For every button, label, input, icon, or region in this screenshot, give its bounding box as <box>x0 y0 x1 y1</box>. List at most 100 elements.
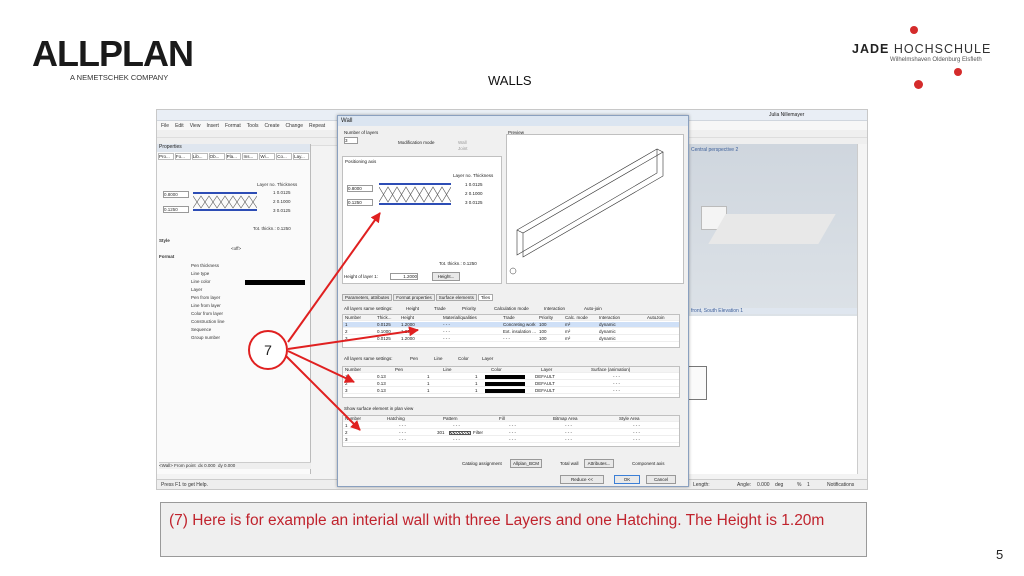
table-row[interactable]: 3 0.13 1 1 DEFAULT - - - <box>343 388 679 394</box>
show-surface-label[interactable]: Show surface element in plan view <box>344 406 413 411</box>
chk-color[interactable]: Color <box>458 356 469 361</box>
chk-height[interactable]: Height <box>406 306 419 311</box>
props-layer-header: Layer no. Thickness <box>257 182 298 187</box>
num-layers-field[interactable]: 3 <box>344 137 358 144</box>
table1-header: Number Thick... Height Material/qualitie… <box>343 315 679 321</box>
dlg-height-field[interactable]: 0.8000 <box>347 185 373 192</box>
menu-tools[interactable]: Tools <box>247 123 259 129</box>
height-layer-field[interactable]: 1.2000 <box>390 273 418 280</box>
cancel-button[interactable]: Cancel <box>646 475 676 484</box>
callout-7: 7 <box>248 330 288 370</box>
line-color-swatch[interactable] <box>245 280 305 285</box>
dlg-layer-graphic <box>379 183 451 205</box>
menu-change[interactable]: Change <box>286 123 304 129</box>
opt-wall[interactable]: Wall <box>458 140 467 145</box>
menu-repeat[interactable]: Repeat <box>309 123 325 129</box>
chk-interaction[interactable]: Interaction <box>544 306 565 311</box>
viewport-label: Central perspective 2 <box>691 147 739 153</box>
props-tab-4[interactable]: Ob... <box>208 153 225 160</box>
props-width-field[interactable]: 0.1250 <box>163 206 189 213</box>
menu-file[interactable]: File <box>161 123 169 129</box>
props-tab-9[interactable]: Lay... <box>293 153 310 160</box>
chk-calc-mode[interactable]: Calculation mode <box>494 306 529 311</box>
status-notifications[interactable]: Notifications <box>827 482 854 488</box>
tab-tiles[interactable]: Tiles <box>477 294 494 301</box>
table-row[interactable]: 2 - - - 301 Filter - - - - - - - - - <box>343 430 679 436</box>
props-layer-3: 3 0.0125 <box>273 208 291 213</box>
elevation-view <box>687 316 857 474</box>
tab-format[interactable]: Format properties <box>393 294 435 301</box>
logo-dot-2 <box>954 68 962 76</box>
component-axis-label: Component axis <box>632 461 665 466</box>
chk-autojoin[interactable]: Auto-join <box>584 306 602 311</box>
format-row-sequence: Sequence <box>191 327 212 332</box>
slide-title: WALLS <box>488 73 532 88</box>
format-row-pen: Pen thickness <box>191 263 220 268</box>
props-tab-1[interactable]: Pro... <box>158 153 174 160</box>
opt-joint[interactable]: Joint <box>458 146 468 151</box>
menu-create[interactable]: Create <box>264 123 279 129</box>
tab-parameters[interactable]: Parameters, attributes <box>342 294 393 301</box>
chk-pen[interactable]: Pen <box>410 356 418 361</box>
props-style-value[interactable]: <off> <box>231 246 271 253</box>
properties-tabs: Pro... Fo... Lib... Ob... Pla... Ins... … <box>157 152 310 161</box>
wall-preview-graphic <box>509 148 664 275</box>
jade-location: Wilhelmshaven Oldenburg Elsfleth <box>890 57 982 63</box>
table-row[interactable]: 2 0.1000 1.2000 - - - Ext. insulation ..… <box>343 329 679 335</box>
props-tab-7[interactable]: Wi... <box>259 153 276 160</box>
layers-table: Number Thick... Height Material/qualitie… <box>342 314 680 348</box>
catalog-button[interactable]: Allplan_BCM <box>510 459 542 468</box>
props-layer-1: 1 0.0125 <box>273 190 291 195</box>
table-row[interactable]: 2 0.13 1 1 DEFAULT - - - <box>343 381 679 387</box>
props-layer-graphic <box>193 192 257 211</box>
dlg-total-thick: Tot. thickn.: 0.1250 <box>439 261 477 266</box>
height-layer-label: Height of layer 1: <box>344 274 379 279</box>
allplan-logo: ALLPLAN A NEMETSCHEK COMPANY <box>32 33 194 83</box>
chk-priority[interactable]: Priority <box>462 306 476 311</box>
props-tab-5[interactable]: Pla... <box>225 153 242 160</box>
props-format-header[interactable]: Format <box>159 254 313 261</box>
preview-pane[interactable] <box>506 134 684 284</box>
menu-format[interactable]: Format <box>225 123 241 129</box>
menu-edit[interactable]: Edit <box>175 123 184 129</box>
props-style-header[interactable]: Style <box>159 238 313 245</box>
jade-logo: JADE HOCHSCHULE Wilhelmshaven Oldenburg … <box>852 24 1002 94</box>
same-settings-label-2: All layers same settings: <box>344 356 393 361</box>
color-swatch <box>485 382 525 386</box>
format-row-pen-layer: Pen from layer <box>191 295 221 300</box>
attributes-button[interactable]: Attributes... <box>584 459 614 468</box>
dlg-layer-3: 3 0.0125 <box>465 200 483 205</box>
hatching-swatch <box>449 431 471 435</box>
color-swatch <box>485 389 525 393</box>
dialog-title: Wall <box>338 116 688 126</box>
table-row[interactable]: 1 - - - - - - - - - - - - - - - <box>343 423 679 429</box>
table-row[interactable]: 1 0.0125 1.2000 - - - Concreting work 10… <box>343 322 679 328</box>
slide-caption: (7) Here is for example an interial wall… <box>160 502 867 557</box>
table-row[interactable]: 3 0.0125 1.2000 - - - - - - 100 m² dynam… <box>343 336 679 342</box>
props-tab-2[interactable]: Fo... <box>174 153 191 160</box>
chk-line[interactable]: Line <box>434 356 443 361</box>
reduce-button[interactable]: Reduce << <box>560 475 604 484</box>
ok-button[interactable]: OK <box>614 475 640 484</box>
num-layers-label: Number of layers <box>344 130 379 135</box>
right-toolbar[interactable] <box>857 144 867 474</box>
height-button[interactable]: Height... <box>432 272 460 281</box>
table-row[interactable]: 1 0.13 1 1 DEFAULT - - - <box>343 374 679 380</box>
same-settings-label: All layers same settings: <box>344 306 393 311</box>
table-row[interactable]: 3 - - - - - - - - - - - - - - - <box>343 437 679 443</box>
dlg-width-field[interactable]: 0.1250 <box>347 199 373 206</box>
props-tab-8[interactable]: Co... <box>276 153 293 160</box>
menu-insert[interactable]: Insert <box>206 123 219 129</box>
chk-trade[interactable]: Trade <box>434 306 446 311</box>
chk-layer[interactable]: Layer <box>482 356 493 361</box>
allplan-brand: ALLPLAN <box>32 33 194 74</box>
user-name[interactable]: Julia Nillemayer <box>769 112 804 118</box>
tab-surface[interactable]: Surface elements <box>435 294 477 301</box>
viewport-3d[interactable]: Central perspective 2 front, South Eleva… <box>687 144 857 474</box>
props-tab-6[interactable]: Ins... <box>242 153 259 160</box>
menu-view[interactable]: View <box>190 123 201 129</box>
props-height-field[interactable]: 0.8000 <box>163 191 189 198</box>
props-tab-3[interactable]: Lib... <box>191 153 208 160</box>
surface-table: Number Hatching Pattern Fill Bitmap Area… <box>342 415 680 447</box>
dlg-layer-header: Layer no. Thickness <box>453 173 494 178</box>
